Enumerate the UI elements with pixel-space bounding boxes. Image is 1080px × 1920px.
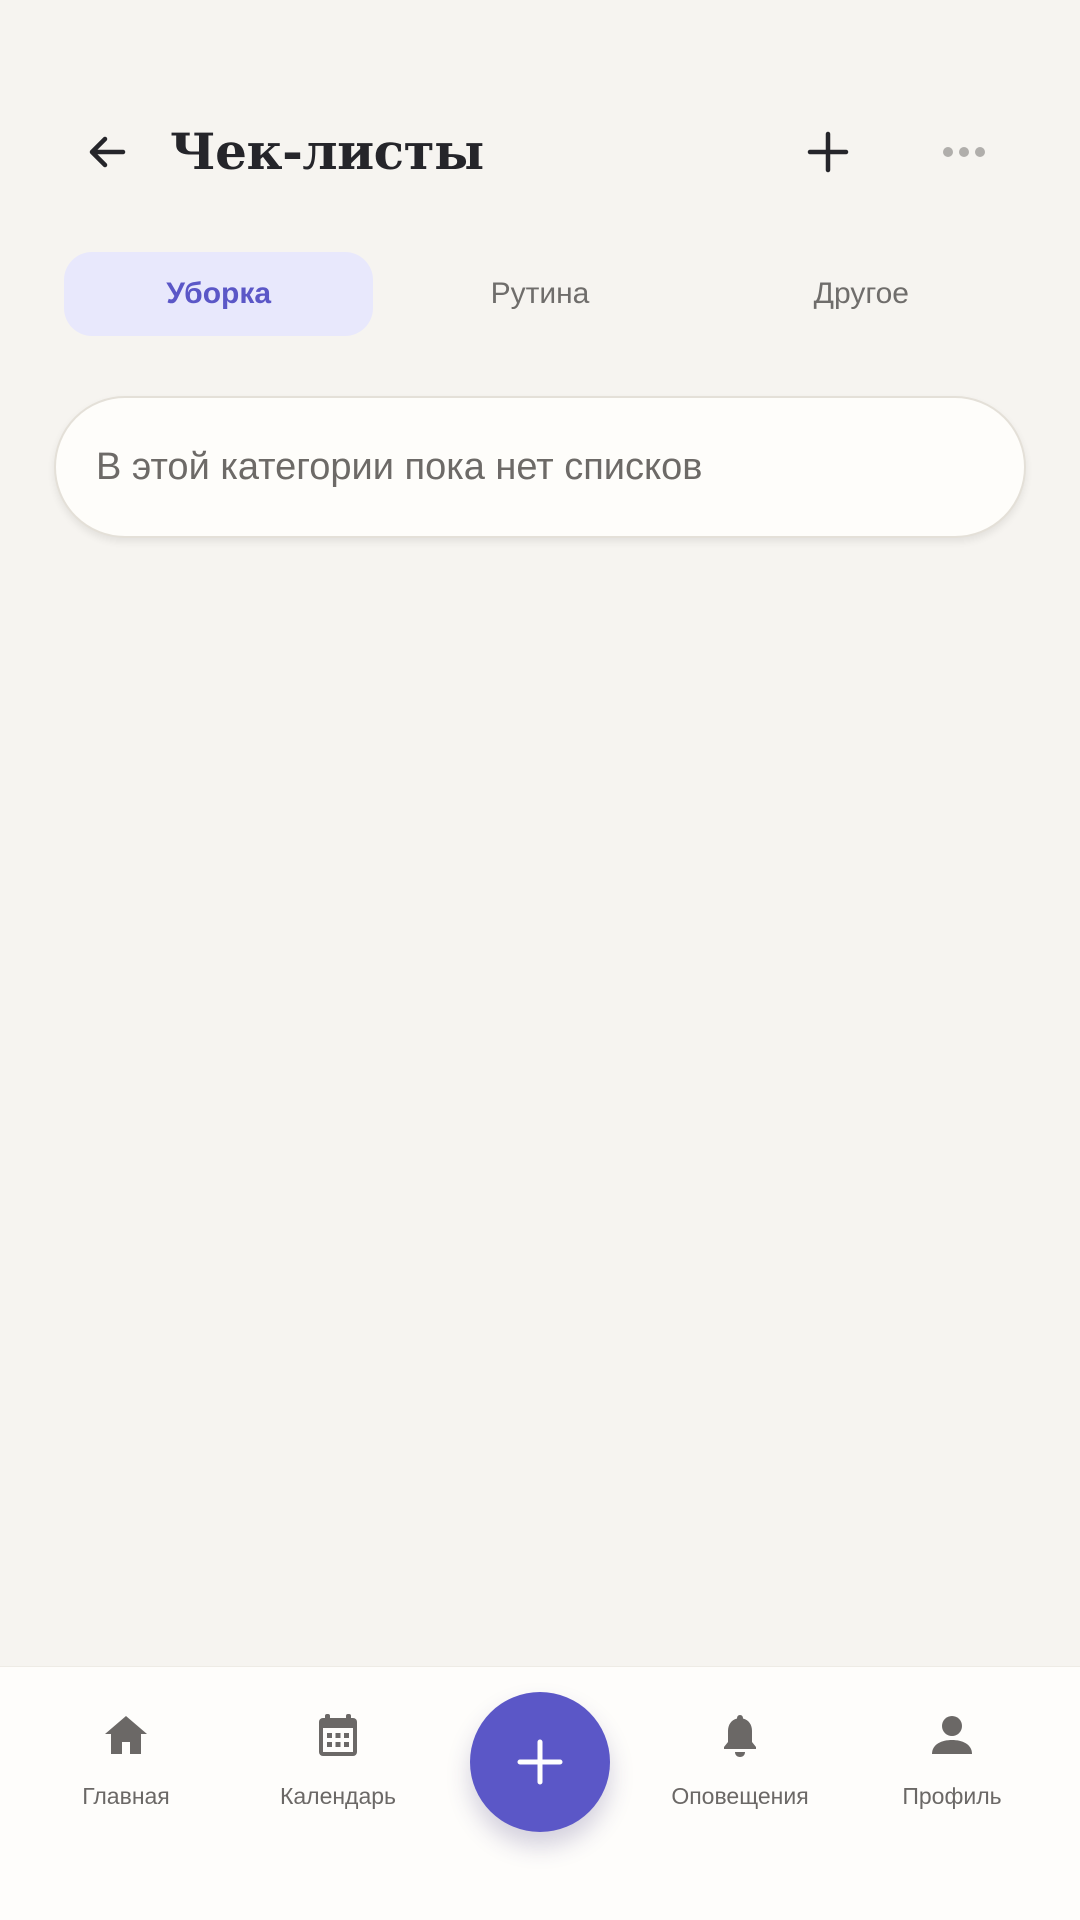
category-tabs: Уборка Рутина Другое [64,252,1016,336]
arrow-left-icon [89,136,126,168]
plus-icon [807,131,849,173]
add-checklist-button[interactable] [780,104,876,200]
person-icon [924,1707,980,1763]
back-button[interactable] [59,104,155,200]
empty-state-message: В этой категории пока нет списков [96,445,703,488]
tab-cleaning[interactable]: Уборка [64,252,374,336]
create-fab-button[interactable] [470,1692,610,1832]
home-icon [98,1707,154,1763]
app-header: Чек-листы [0,104,1080,200]
page-title: Чек-листы [170,122,484,181]
nav-label-profile: Профиль [902,1783,1002,1809]
plus-icon [517,1739,563,1785]
more-horizontal-icon [943,147,985,157]
nav-label-calendar: Календарь [279,1783,397,1809]
tab-other[interactable]: Другое [707,252,1016,336]
nav-item-calendar[interactable]: Календарь [248,1707,428,1827]
nav-label-home: Главная [82,1783,170,1809]
calendar-icon [310,1707,366,1763]
empty-state-card: В этой категории пока нет списков [54,396,1026,538]
bell-icon [712,1707,768,1763]
tab-routine[interactable]: Рутина [385,252,694,336]
nav-label-notifications: Оповещения [671,1783,809,1809]
more-options-button[interactable] [916,104,1012,200]
nav-item-home[interactable]: Главная [36,1707,216,1827]
nav-item-profile[interactable]: Профиль [862,1707,1042,1827]
checklists-screen: Чек-листы Уборка Рутина Другое В этой ка… [0,0,1080,1920]
nav-item-notifications[interactable]: Оповещения [650,1707,830,1827]
